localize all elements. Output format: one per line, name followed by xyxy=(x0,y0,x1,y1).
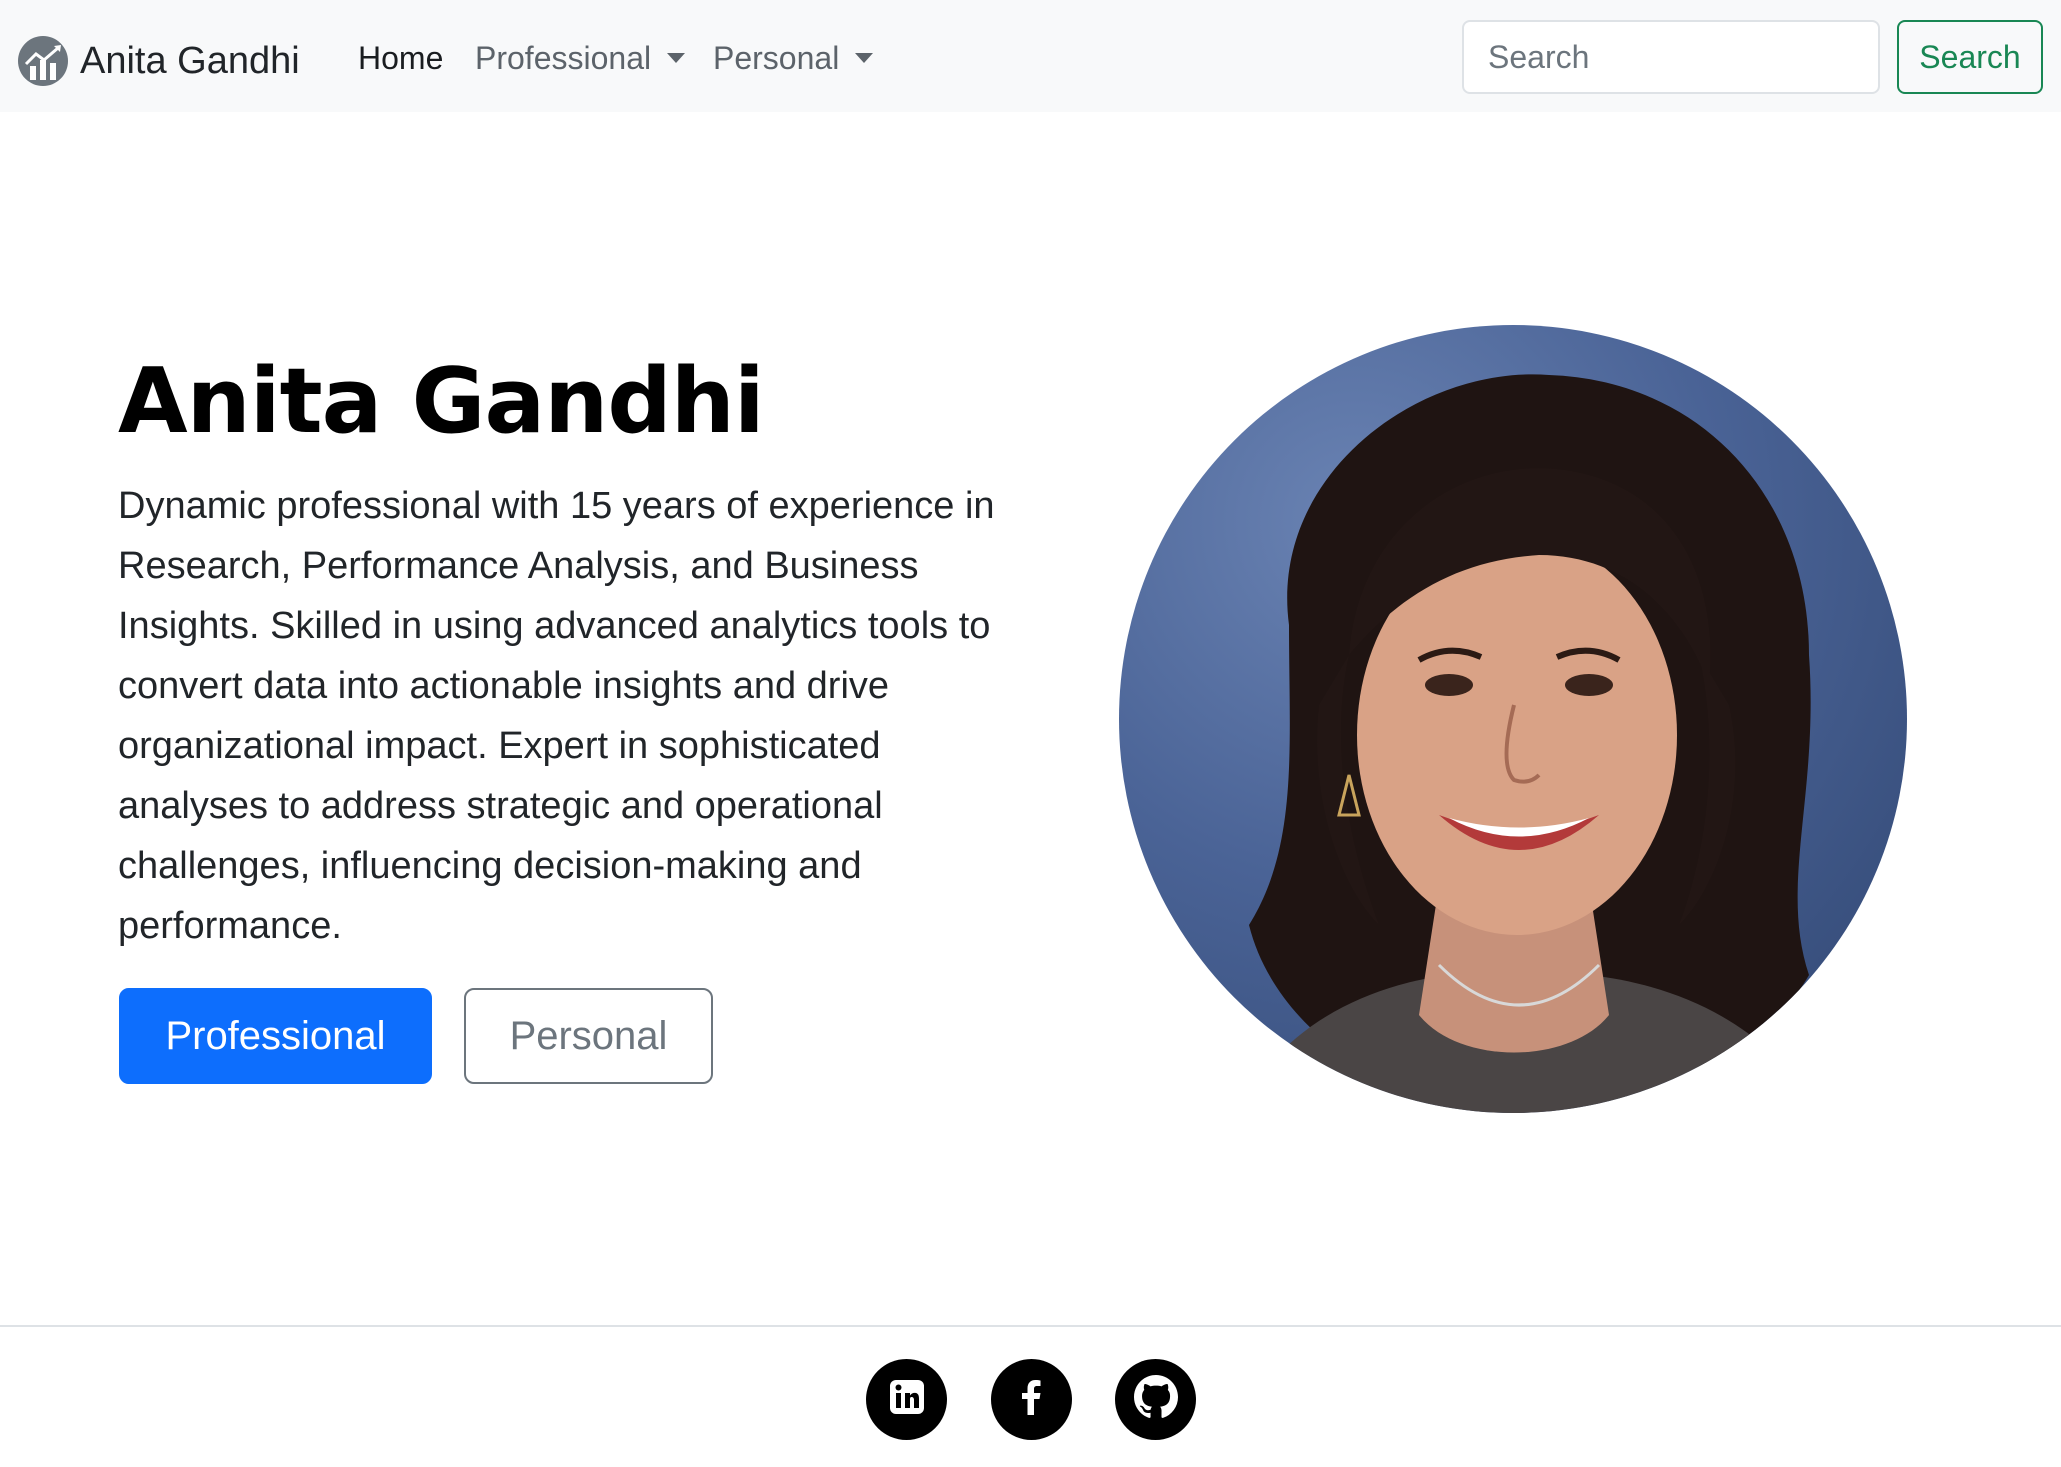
caret-down-icon xyxy=(855,53,874,63)
search-button[interactable]: Search xyxy=(1897,20,2043,94)
nav-personal-dropdown[interactable]: Personal xyxy=(713,36,874,80)
brand-link[interactable]: Anita Gandhi xyxy=(18,36,300,86)
hero-title: Anita Gandhi xyxy=(118,349,765,454)
linkedin-link[interactable] xyxy=(866,1359,947,1440)
github-icon xyxy=(1133,1375,1178,1424)
linkedin-icon xyxy=(887,1377,927,1422)
professional-button[interactable]: Professional xyxy=(119,988,432,1084)
facebook-link[interactable] xyxy=(991,1359,1072,1440)
github-link[interactable] xyxy=(1115,1359,1196,1440)
caret-down-icon xyxy=(667,53,686,63)
chart-logo-icon xyxy=(18,36,68,86)
nav-professional-label: Professional xyxy=(475,40,652,76)
hero-description: Dynamic professional with 15 years of ex… xyxy=(118,485,995,947)
nav-professional-dropdown[interactable]: Professional xyxy=(475,36,686,80)
navbar: Anita Gandhi Home Professional Personal … xyxy=(0,0,2061,112)
search-input[interactable] xyxy=(1462,20,1880,94)
profile-photo xyxy=(1119,325,1907,1113)
personal-button[interactable]: Personal xyxy=(464,988,713,1084)
footer-divider xyxy=(0,1325,2061,1327)
nav-personal-label: Personal xyxy=(713,40,840,76)
facebook-icon xyxy=(1012,1377,1052,1422)
nav-home[interactable]: Home xyxy=(358,36,443,80)
brand-name: Anita Gandhi xyxy=(80,39,300,82)
